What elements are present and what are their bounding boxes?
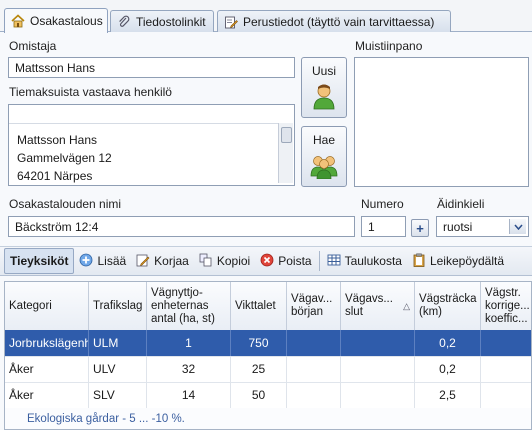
cell-category: Åker <box>5 356 89 382</box>
copy-button[interactable]: Kopioi <box>194 249 255 273</box>
scrollbar-thumb[interactable] <box>281 127 292 143</box>
cell-weight: 25 <box>231 356 287 382</box>
chevron-down-icon[interactable] <box>509 219 526 234</box>
add-label: Lisää <box>97 254 127 268</box>
owner-label: Omistaja <box>9 39 57 53</box>
cell-weight: 750 <box>231 330 287 356</box>
person-icon <box>310 82 338 113</box>
tab-label: Osakastalous <box>30 14 103 28</box>
cell-correction <box>481 382 531 408</box>
language-select[interactable]: ruotsi <box>436 216 529 237</box>
language-value: ruotsi <box>443 219 473 234</box>
payer-label: Tiemaksuista vastaava henkilö <box>9 85 172 99</box>
column-header[interactable]: Vägav... början <box>287 282 341 330</box>
owner-field[interactable]: Mattsson Hans <box>8 57 295 78</box>
tab-perustiedot[interactable]: Perustiedot (täyttö vain tarvittaessa) <box>217 10 451 32</box>
add-button[interactable]: Lisää <box>74 249 131 273</box>
household-label: Osakastalouden nimi <box>9 197 122 211</box>
delete-icon <box>260 253 274 270</box>
cell-traffic-type: ULM <box>89 330 147 356</box>
tab-tiedostolinkit[interactable]: Tiedostolinkit <box>110 10 214 32</box>
column-header[interactable]: Trafikslag <box>89 282 147 330</box>
cell-road-start <box>287 382 341 408</box>
number-field[interactable]: 1 <box>361 216 406 237</box>
plus-icon: + <box>416 220 424 236</box>
units-grid: Kategori Trafikslag Vägnyttjo-enheternas… <box>4 281 532 430</box>
cell-unit-count: 32 <box>147 356 231 382</box>
from-table-label: Taulukosta <box>344 254 402 268</box>
from-clipboard-button[interactable]: Leikepöydältä <box>407 249 509 273</box>
table-icon <box>327 253 341 270</box>
units-toolbar: Tieyksiköt Lisää Korjaa Kopioi Poista Ta… <box>0 246 532 276</box>
tab-label: Perustiedot (täyttö vain tarvittaessa) <box>243 14 435 29</box>
sort-ascending-icon: △ <box>403 300 410 311</box>
number-label: Numero <box>361 197 404 211</box>
new-person-button[interactable]: Uusi <box>301 57 347 118</box>
tab-label: Tiedostolinkit <box>136 14 206 29</box>
cell-traffic-type: SLV <box>89 382 147 408</box>
table-row[interactable]: Jorbrukslägenhet ULM 1 750 0,2 <box>5 330 531 357</box>
from-clipboard-label: Leikepöydältä <box>429 254 505 268</box>
cell-correction <box>481 356 531 382</box>
column-header-sorted[interactable]: Vägavs... slut △ <box>341 282 415 330</box>
clipboard-icon <box>412 253 426 270</box>
add-icon <box>79 253 93 270</box>
delete-button[interactable]: Poista <box>255 249 316 273</box>
cell-road-end <box>341 356 415 382</box>
edit-button[interactable]: Korjaa <box>131 249 194 273</box>
units-tab-button[interactable]: Tieyksiköt <box>4 248 75 274</box>
memo-textarea[interactable] <box>354 57 529 187</box>
table-row[interactable]: Åker SLV 14 50 2,5 <box>5 382 531 409</box>
cell-road-length: 2,5 <box>415 382 481 408</box>
cell-category: Åker <box>5 382 89 408</box>
delete-label: Poista <box>278 254 312 268</box>
cell-road-start <box>287 356 341 382</box>
column-header-label: Vägavs... slut <box>345 293 393 318</box>
cell-road-length: 0,2 <box>415 330 481 356</box>
payer-line: Mattsson Hans <box>17 133 98 147</box>
units-label: Tieyksiköt <box>10 254 69 268</box>
cell-road-start <box>287 330 341 356</box>
copy-icon <box>199 253 213 270</box>
cell-unit-count: 14 <box>147 382 231 408</box>
payer-line: 64201 Närpes <box>17 169 93 183</box>
toolbar-divider <box>318 251 320 271</box>
cell-category: Jorbrukslägenhet <box>5 330 89 356</box>
edit-document-icon <box>224 15 238 29</box>
cell-road-end <box>341 330 415 356</box>
grid-footer-note: Ekologiska gårdar - 5 ... -10 %. <box>5 408 531 429</box>
column-header[interactable]: Vägnyttjo-enheternas antal (ha, st) <box>147 282 231 330</box>
column-header[interactable]: Kategori <box>5 282 89 330</box>
column-header[interactable]: Vägstr. korrige... koeffic... <box>481 282 531 330</box>
payer-line: Gammelvägen 12 <box>17 151 112 165</box>
cell-unit-count: 1 <box>147 330 231 356</box>
cell-road-length: 0,2 <box>415 356 481 382</box>
payer-scrollbar[interactable] <box>278 123 293 183</box>
column-header[interactable]: Vikttalet <box>231 282 287 330</box>
new-button-label: Uusi <box>311 64 336 78</box>
home-icon <box>11 14 25 28</box>
cell-traffic-type: ULV <box>89 356 147 382</box>
cell-road-end <box>341 382 415 408</box>
increment-button[interactable]: + <box>411 219 429 237</box>
fetch-button-label: Hae <box>312 133 335 147</box>
edit-icon <box>136 253 150 270</box>
column-header[interactable]: Vägsträcka (km) <box>415 282 481 330</box>
tab-osakastalous[interactable]: Osakastalous <box>4 8 108 33</box>
memo-label: Muistiinpano <box>355 39 423 53</box>
paperclip-icon <box>117 15 131 29</box>
copy-label: Kopioi <box>216 254 251 268</box>
fetch-persons-button[interactable]: Hae <box>301 126 347 187</box>
table-row[interactable]: Åker ULV 32 25 0,2 <box>5 356 531 383</box>
language-label: Äidinkieli <box>437 197 485 211</box>
payer-address-box[interactable]: Mattsson Hans Gammelvägen 12 64201 Närpe… <box>8 104 295 186</box>
edit-label: Korjaa <box>154 254 189 268</box>
household-name-field[interactable]: Bäckström 12:4 <box>8 216 355 237</box>
people-group-icon <box>309 151 339 182</box>
payer-blank-line <box>9 105 279 124</box>
grid-header: Kategori Trafikslag Vägnyttjo-enheternas… <box>5 282 531 331</box>
cell-correction <box>481 330 531 356</box>
cell-weight: 50 <box>231 382 287 408</box>
from-table-button[interactable]: Taulukosta <box>322 249 407 273</box>
